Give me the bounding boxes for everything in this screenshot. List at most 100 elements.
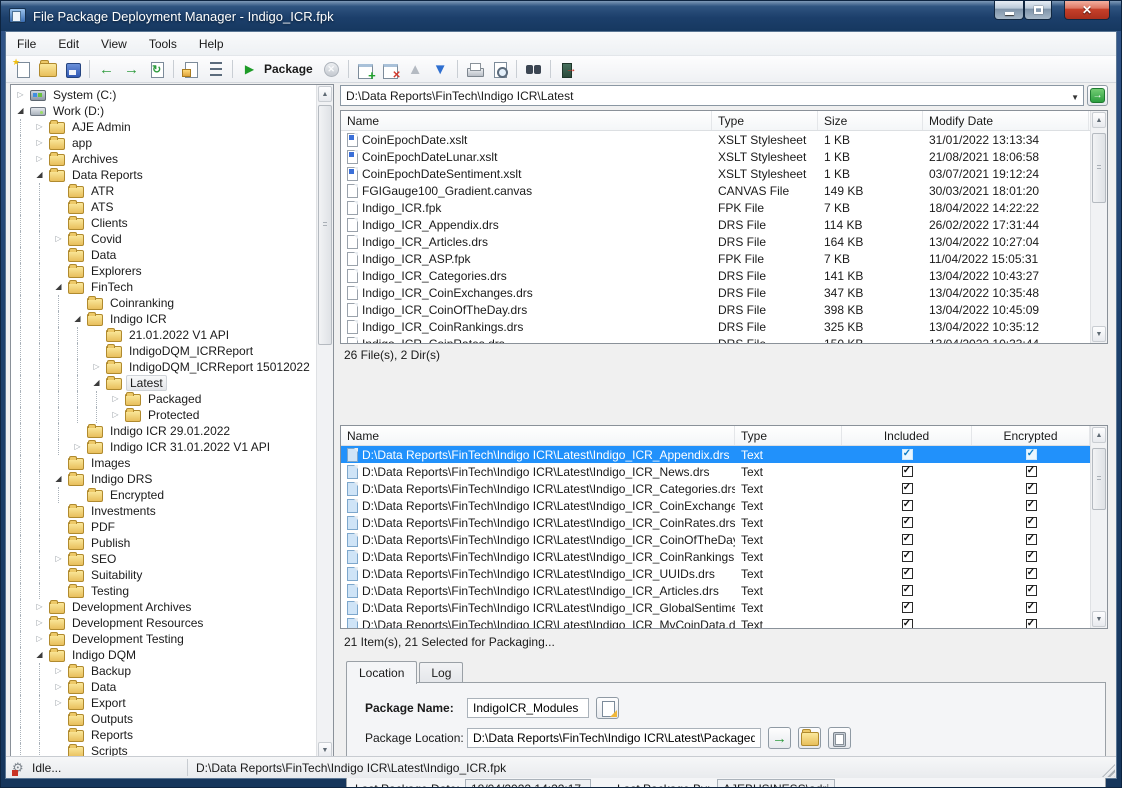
included-checkbox[interactable]: [902, 534, 913, 545]
included-checkbox[interactable]: [902, 602, 913, 613]
stop-button[interactable]: ✕: [319, 58, 344, 81]
tree-item[interactable]: ◢Work (D:): [11, 103, 316, 119]
tree-expander[interactable]: ◢: [30, 167, 49, 183]
save-button[interactable]: [60, 58, 85, 81]
properties-button[interactable]: [178, 58, 203, 81]
tree-expander[interactable]: ▷: [106, 391, 125, 407]
resize-grip[interactable]: [1102, 764, 1115, 777]
column-header-type[interactable]: Type: [712, 111, 818, 130]
menu-item-file[interactable]: File: [6, 34, 47, 54]
package-row[interactable]: D:\Data Reports\FinTech\Indigo ICR\Lates…: [341, 514, 1107, 531]
tree-item[interactable]: ▷Development Testing: [11, 631, 316, 647]
tree-expander[interactable]: ◢: [49, 279, 68, 295]
included-checkbox[interactable]: [902, 517, 913, 528]
tree-item[interactable]: ◢Indigo DQM: [11, 647, 316, 663]
tree-item[interactable]: Outputs: [11, 711, 316, 727]
file-row[interactable]: Indigo_ICR_ASP.fpkFPK File7 KB11/04/2022…: [341, 250, 1107, 267]
menu-item-view[interactable]: View: [90, 34, 138, 54]
tree-item[interactable]: ◢FinTech: [11, 279, 316, 295]
package-row[interactable]: D:\Data Reports\FinTech\Indigo ICR\Lates…: [341, 582, 1107, 599]
tree-expander[interactable]: ▷: [30, 135, 49, 151]
encrypted-checkbox[interactable]: [1026, 551, 1037, 562]
scroll-thumb[interactable]: [1092, 448, 1106, 510]
file-row[interactable]: Indigo_ICR_CoinExchanges.drsDRS File347 …: [341, 284, 1107, 301]
tree-item[interactable]: ▷IndigoDQM_ICRReport 15012022: [11, 359, 316, 375]
add-files-button[interactable]: [353, 58, 378, 81]
print-preview-button[interactable]: [487, 58, 512, 81]
tree-item[interactable]: Testing: [11, 583, 316, 599]
tree-expander[interactable]: ▷: [49, 663, 68, 679]
tab-log[interactable]: Log: [419, 662, 463, 683]
tree-expander[interactable]: ▷: [49, 551, 68, 567]
encrypted-checkbox[interactable]: [1026, 585, 1037, 596]
move-up-button[interactable]: ▲: [403, 58, 428, 81]
package-name-input[interactable]: [467, 698, 589, 718]
tree-item[interactable]: Coinranking: [11, 295, 316, 311]
encrypted-checkbox[interactable]: [1026, 517, 1037, 528]
package-row[interactable]: D:\Data Reports\FinTech\Indigo ICR\Lates…: [341, 548, 1107, 565]
file-row[interactable]: CoinEpochDate.xsltXSLT Stylesheet1 KB31/…: [341, 131, 1107, 148]
file-row[interactable]: CoinEpochDateLunar.xsltXSLT Stylesheet1 …: [341, 148, 1107, 165]
tree-item[interactable]: ▷Covid: [11, 231, 316, 247]
included-checkbox[interactable]: [902, 466, 913, 477]
tree-expander[interactable]: ▷: [49, 679, 68, 695]
tree-item[interactable]: ◢Latest: [11, 375, 316, 391]
tree-item[interactable]: Suitability: [11, 567, 316, 583]
tree-expander[interactable]: ◢: [49, 471, 68, 487]
encrypted-checkbox[interactable]: [1026, 483, 1037, 494]
tree-item[interactable]: Data: [11, 247, 316, 263]
included-checkbox[interactable]: [902, 568, 913, 579]
included-checkbox[interactable]: [902, 483, 913, 494]
tree-expander[interactable]: ◢: [68, 311, 87, 327]
tree-item[interactable]: ◢Indigo DRS: [11, 471, 316, 487]
close-button[interactable]: ✕: [1064, 1, 1110, 20]
tree-expander[interactable]: ▷: [30, 631, 49, 647]
tree-item[interactable]: ▷AJE Admin: [11, 119, 316, 135]
tree-item[interactable]: Clients: [11, 215, 316, 231]
tree-item[interactable]: ▷app: [11, 135, 316, 151]
tree-item[interactable]: ▷SEO: [11, 551, 316, 567]
tree-item[interactable]: ▷Backup: [11, 663, 316, 679]
package-button[interactable]: ▶: [237, 58, 262, 81]
scroll-up-button[interactable]: ▲: [318, 86, 332, 102]
column-header-name[interactable]: Name: [341, 426, 735, 445]
go-button[interactable]: →: [1087, 85, 1108, 106]
tab-location[interactable]: Location: [346, 661, 417, 684]
scroll-up-button[interactable]: ▲: [1092, 112, 1106, 128]
package-list-scrollbar[interactable]: ▲ ▼: [1090, 426, 1107, 628]
tree-item[interactable]: 21.01.2022 V1 API: [11, 327, 316, 343]
menu-item-tools[interactable]: Tools: [138, 34, 188, 54]
menu-item-edit[interactable]: Edit: [47, 34, 90, 54]
tree-expander[interactable]: ▷: [87, 359, 106, 375]
tree-item[interactable]: ▷Archives: [11, 151, 316, 167]
tree-expander[interactable]: ▷: [30, 119, 49, 135]
exit-button[interactable]: [555, 58, 580, 81]
package-row[interactable]: D:\Data Reports\FinTech\Indigo ICR\Lates…: [341, 446, 1107, 463]
encrypted-checkbox[interactable]: [1026, 449, 1037, 460]
tree-item[interactable]: ▷Data: [11, 679, 316, 695]
included-checkbox[interactable]: [902, 500, 913, 511]
column-header-size[interactable]: Size: [818, 111, 923, 130]
path-combobox[interactable]: D:\Data Reports\FinTech\Indigo ICR\Lates…: [340, 85, 1084, 106]
tree-item[interactable]: ◢Data Reports: [11, 167, 316, 183]
tree-item[interactable]: ▷Protected: [11, 407, 316, 423]
tree-item[interactable]: ▷Indigo ICR 31.01.2022 V1 API: [11, 439, 316, 455]
move-down-button[interactable]: ▼: [428, 58, 453, 81]
package-row[interactable]: D:\Data Reports\FinTech\Indigo ICR\Lates…: [341, 497, 1107, 514]
package-row[interactable]: D:\Data Reports\FinTech\Indigo ICR\Lates…: [341, 599, 1107, 616]
tree-item[interactable]: Publish: [11, 535, 316, 551]
tree-item[interactable]: ▷System (C:): [11, 87, 316, 103]
file-row[interactable]: Indigo_ICR_Appendix.drsDRS File114 KB26/…: [341, 216, 1107, 233]
encrypted-checkbox[interactable]: [1026, 534, 1037, 545]
scroll-thumb[interactable]: [318, 105, 332, 345]
list-options-button[interactable]: [203, 58, 228, 81]
file-row[interactable]: Indigo_ICR.fpkFPK File7 KB18/04/2022 14:…: [341, 199, 1107, 216]
included-checkbox[interactable]: [902, 449, 913, 460]
tree-item[interactable]: Reports: [11, 727, 316, 743]
tree-scrollbar[interactable]: ▲ ▼: [316, 85, 333, 759]
package-location-input[interactable]: [467, 728, 761, 748]
minimize-button[interactable]: [994, 1, 1024, 20]
open-button[interactable]: [35, 58, 60, 81]
tree-item[interactable]: ◢Indigo ICR: [11, 311, 316, 327]
tree-item[interactable]: Investments: [11, 503, 316, 519]
